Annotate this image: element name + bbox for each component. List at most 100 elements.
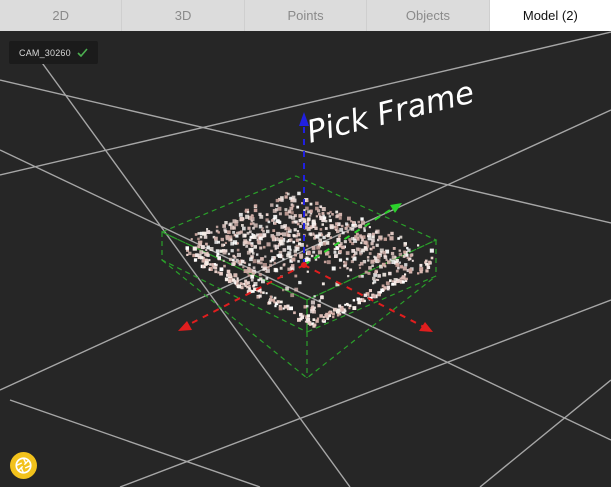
cloud-point xyxy=(314,226,318,230)
cloud-point xyxy=(294,287,299,292)
cloud-point xyxy=(392,280,395,283)
cloud-point xyxy=(200,256,204,260)
cloud-point xyxy=(226,269,231,274)
tab-model[interactable]: Model (2) xyxy=(489,0,611,31)
tab-2d[interactable]: 2D xyxy=(0,0,123,31)
cloud-point xyxy=(338,304,342,308)
cloud-point xyxy=(387,260,391,265)
cloud-point xyxy=(238,231,242,235)
cloud-point xyxy=(227,279,232,284)
cloud-point xyxy=(217,231,220,234)
cloud-point xyxy=(360,217,364,221)
cloud-point xyxy=(292,240,295,244)
cloud-point xyxy=(383,255,388,259)
cloud-point xyxy=(276,236,279,239)
cloud-point xyxy=(253,223,258,228)
cloud-point xyxy=(278,212,282,216)
cloud-point xyxy=(348,304,352,308)
cloud-point xyxy=(315,215,318,218)
cloud-point xyxy=(266,229,270,234)
cloud-point xyxy=(315,234,320,239)
cloud-point xyxy=(306,244,309,247)
cloud-point xyxy=(346,267,349,270)
cloud-point xyxy=(245,245,249,248)
cloud-point xyxy=(357,300,361,305)
cloud-point xyxy=(403,250,407,254)
cloud-point xyxy=(363,240,368,245)
cloud-point xyxy=(363,293,367,297)
cloud-point xyxy=(374,230,378,234)
cloud-point xyxy=(338,258,343,262)
cloud-point xyxy=(331,213,334,216)
cloud-point xyxy=(219,271,223,276)
cloud-point xyxy=(274,305,277,308)
cloud-point xyxy=(404,273,407,276)
cloud-point xyxy=(213,263,217,266)
cloud-point xyxy=(411,259,414,262)
cloud-point xyxy=(236,277,239,280)
cloud-point xyxy=(243,239,248,244)
cloud-point xyxy=(206,245,210,249)
cloud-point xyxy=(230,238,233,241)
cloud-point xyxy=(343,309,347,313)
cloud-point xyxy=(230,241,235,246)
cloud-point xyxy=(407,258,411,261)
cloud-point xyxy=(322,241,327,246)
cloud-point xyxy=(283,263,286,266)
cloud-point xyxy=(372,232,375,236)
capture-button[interactable] xyxy=(10,452,37,479)
cloud-point xyxy=(340,224,344,228)
cloud-point xyxy=(205,248,208,251)
cloud-point xyxy=(349,268,353,272)
tab-points[interactable]: Points xyxy=(245,0,368,31)
cloud-point xyxy=(244,284,247,288)
cloud-point xyxy=(296,222,300,226)
cloud-point xyxy=(265,225,269,229)
cloud-point xyxy=(272,209,277,213)
cloud-point xyxy=(400,266,403,269)
cloud-point xyxy=(377,259,381,263)
cloud-point xyxy=(312,308,316,311)
cloud-point xyxy=(338,216,342,220)
cloud-point xyxy=(252,235,257,239)
cloud-point xyxy=(323,260,327,264)
cloud-point xyxy=(203,235,208,239)
cloud-point xyxy=(397,266,400,270)
cloud-point xyxy=(351,223,355,227)
cloud-point xyxy=(205,253,210,257)
cloud-point xyxy=(356,297,360,301)
cloud-point xyxy=(419,263,423,267)
cloud-point xyxy=(325,220,328,223)
cloud-point xyxy=(346,230,349,234)
3d-viewport[interactable]: Pick Frame xyxy=(0,31,611,487)
tab-objects[interactable]: Objects xyxy=(367,0,490,31)
camera-badge[interactable]: CAM_30260 xyxy=(9,41,98,64)
cloud-point xyxy=(382,250,386,254)
cloud-point xyxy=(246,250,251,255)
cloud-point xyxy=(222,224,226,228)
cloud-point xyxy=(278,220,281,223)
cloud-point xyxy=(259,236,263,241)
cloud-point xyxy=(278,239,283,244)
cloud-point xyxy=(275,204,279,207)
cloud-point xyxy=(210,231,213,234)
cloud-point xyxy=(232,231,235,234)
cloud-point xyxy=(236,248,240,252)
cloud-point xyxy=(402,280,405,284)
cloud-point xyxy=(327,232,331,235)
cloud-point xyxy=(291,195,296,200)
cloud-point xyxy=(391,255,396,260)
cloud-point xyxy=(316,245,321,250)
cloud-point xyxy=(291,204,295,208)
cloud-point xyxy=(197,232,201,235)
cloud-point xyxy=(323,216,327,220)
cloud-point xyxy=(390,231,394,236)
tab-3d[interactable]: 3D xyxy=(122,0,245,31)
cloud-point xyxy=(347,275,350,278)
cloud-point xyxy=(309,214,312,217)
cloud-point xyxy=(379,290,383,294)
cloud-point xyxy=(367,271,371,275)
cloud-point xyxy=(288,215,292,219)
cloud-point xyxy=(341,245,345,250)
cloud-point xyxy=(351,249,356,253)
